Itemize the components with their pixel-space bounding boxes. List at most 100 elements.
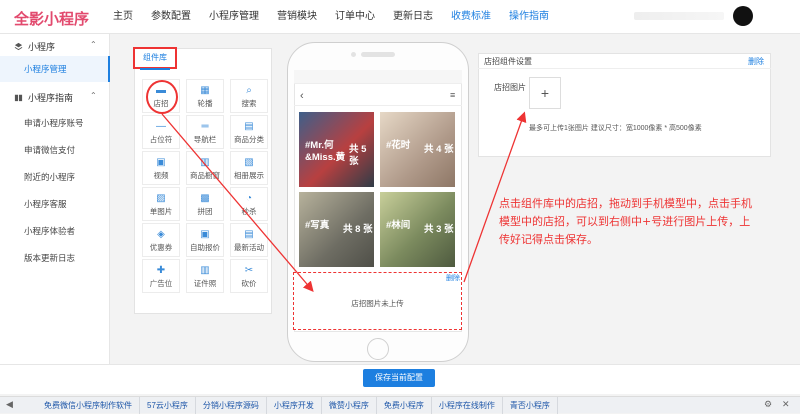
- component-label: 优惠券: [149, 243, 173, 252]
- arrow-left-icon[interactable]: ◀: [6, 399, 13, 410]
- store-banner-delete-link[interactable]: 删除: [446, 273, 460, 283]
- avatar[interactable]: [733, 6, 753, 26]
- album-title: #林间: [386, 220, 411, 231]
- status-bar: [294, 70, 462, 84]
- component-bargain[interactable]: ✂ 砍价: [230, 259, 268, 293]
- group-buy-icon: ▩: [200, 193, 210, 204]
- logo[interactable]: 全影小程序: [14, 8, 89, 29]
- component-coupon[interactable]: ◈ 优惠券: [142, 223, 180, 257]
- nav-marketing[interactable]: 营销模块: [268, 0, 326, 34]
- album-count: 共 8 张: [343, 224, 373, 235]
- settings-delete-link[interactable]: 删除: [748, 56, 764, 67]
- placeholder-icon: —: [156, 121, 166, 132]
- flash-sale-icon: ◔: [245, 193, 253, 204]
- component-label: 相册展示: [234, 171, 264, 180]
- nav-miniapp-manage[interactable]: 小程序管理: [200, 0, 268, 34]
- bargain-icon: ✂: [244, 265, 254, 276]
- menu-placeholder: [634, 12, 724, 20]
- image-icon: ▨: [156, 193, 166, 204]
- component-placeholder[interactable]: — 占位符: [142, 115, 180, 149]
- component-showcase[interactable]: ▥ 商品橱窗: [186, 151, 224, 185]
- sidebar-item-nearby[interactable]: 附近的小程序: [0, 164, 110, 190]
- instruction-annotation: 点击组件库中的店招，拖动到手机模型中，点击手机模型中的店招，可以到右侧中+号进行…: [499, 197, 752, 246]
- component-single-image[interactable]: ▨ 单图片: [142, 187, 180, 221]
- settings-icon[interactable]: ⚙: [764, 399, 772, 410]
- component-label: 自助报价: [190, 243, 220, 252]
- back-icon[interactable]: ‹: [300, 90, 304, 102]
- save-config-button[interactable]: 保存当前配置: [363, 369, 435, 387]
- component-navbar[interactable]: ═ 导航栏: [186, 115, 224, 149]
- component-label: 商品分类: [234, 135, 264, 144]
- link-item[interactable]: 青否小程序: [503, 397, 558, 414]
- ad-icon: ✚: [156, 265, 166, 276]
- component-id-photo[interactable]: ▥ 证件照: [186, 259, 224, 293]
- album-card[interactable]: #Mr.何 &Miss.黄 共 5 张: [299, 112, 374, 187]
- sidebar-item-apply-account[interactable]: 申请小程序账号: [0, 110, 110, 136]
- album-card[interactable]: #林间 共 3 张: [380, 192, 455, 267]
- link-item[interactable]: 微赞小程序: [322, 397, 377, 414]
- sidebar-item-service[interactable]: 小程序客服: [0, 191, 110, 217]
- link-item[interactable]: 免费小程序: [377, 397, 432, 414]
- sidebar-group-miniapp[interactable]: 小程序: [14, 40, 55, 53]
- tab-underline: [140, 68, 170, 70]
- nav-home[interactable]: 主页: [104, 0, 142, 34]
- category-icon: ▤: [244, 121, 254, 132]
- nav-params[interactable]: 参数配置: [142, 0, 200, 34]
- chevron-up-icon[interactable]: ⌃: [90, 91, 97, 100]
- carousel-icon: ▦: [200, 85, 210, 96]
- component-label: 轮播: [197, 99, 213, 108]
- album-card[interactable]: #花时 共 4 张: [380, 112, 455, 187]
- component-search[interactable]: ⌕ 搜索: [230, 79, 268, 113]
- album-count: 共 4 张: [424, 144, 454, 155]
- close-icon[interactable]: ✕: [782, 399, 790, 410]
- id-photo-icon: ▥: [200, 265, 210, 276]
- nav-changelog[interactable]: 更新日志: [384, 0, 442, 34]
- nav-guide[interactable]: 操作指南: [500, 0, 558, 34]
- sidebar-item-miniapp-manage[interactable]: 小程序管理: [0, 56, 110, 82]
- link-item[interactable]: 小程序在线制作: [432, 397, 503, 414]
- main-nav: 主页 参数配置 小程序管理 营销模块 订单中心 更新日志 收费标准 操作指南: [104, 0, 558, 34]
- link-item[interactable]: 免费微信小程序制作软件: [0, 397, 140, 414]
- component-label: 导航栏: [193, 135, 217, 144]
- album-count: 共 3 张: [424, 224, 454, 235]
- link-item[interactable]: 分销小程序源码: [196, 397, 267, 414]
- component-quote[interactable]: ▣ 自助报价: [186, 223, 224, 257]
- highlight-circle: [146, 80, 178, 114]
- nav-orders[interactable]: 订单中心: [326, 0, 384, 34]
- phone-camera: [351, 52, 356, 57]
- store-banner-empty-text: 店招图片未上传: [351, 299, 404, 308]
- tab-component-library[interactable]: 组件库: [133, 47, 177, 69]
- link-item[interactable]: 57云小程序: [140, 397, 196, 414]
- upload-button[interactable]: +: [529, 77, 561, 109]
- sidebar-item-version-log[interactable]: 版本更新日志: [0, 245, 110, 271]
- component-ad[interactable]: ✚ 广告位: [142, 259, 180, 293]
- component-carousel[interactable]: ▦ 轮播: [186, 79, 224, 113]
- component-label: 单图片: [149, 207, 173, 216]
- component-group-buy[interactable]: ▩ 拼团: [186, 187, 224, 221]
- component-label: 证件照: [193, 279, 217, 288]
- settings-title: 店招组件设置: [484, 57, 532, 66]
- sidebar-item-testers[interactable]: 小程序体验者: [0, 218, 110, 244]
- coupon-icon: ◈: [157, 229, 165, 240]
- quote-icon: ▣: [200, 229, 210, 240]
- component-video[interactable]: ▣ 视频: [142, 151, 180, 185]
- album-title: #Mr.何 &Miss.黄: [305, 140, 346, 163]
- component-flash-sale[interactable]: ◔ 秒杀: [230, 187, 268, 221]
- component-album[interactable]: ▧ 相册展示: [230, 151, 268, 185]
- menu-icon[interactable]: ≡: [450, 90, 455, 100]
- nav-pricing[interactable]: 收费标准: [442, 0, 500, 34]
- sidebar-group-guide[interactable]: 小程序指南: [14, 91, 73, 104]
- image-label: 店招图片: [494, 83, 526, 92]
- chevron-up-icon[interactable]: ⌃: [90, 40, 97, 49]
- upload-tip: 最多可上传1张图片 建议尺寸：宽1000像素 * 高500像素: [529, 125, 702, 132]
- phone-nav-bar: [294, 84, 462, 106]
- navbar-icon: ═: [201, 121, 209, 132]
- component-label: 商品橱窗: [190, 171, 220, 180]
- component-label: 砍价: [241, 279, 257, 288]
- component-category[interactable]: ▤ 商品分类: [230, 115, 268, 149]
- link-item[interactable]: 小程序开发: [267, 397, 322, 414]
- album-title: #花时: [386, 140, 411, 151]
- sidebar-item-apply-pay[interactable]: 申请微信支付: [0, 137, 110, 163]
- album-card[interactable]: #写真 共 8 张: [299, 192, 374, 267]
- component-activity[interactable]: ▤ 最新活动: [230, 223, 268, 257]
